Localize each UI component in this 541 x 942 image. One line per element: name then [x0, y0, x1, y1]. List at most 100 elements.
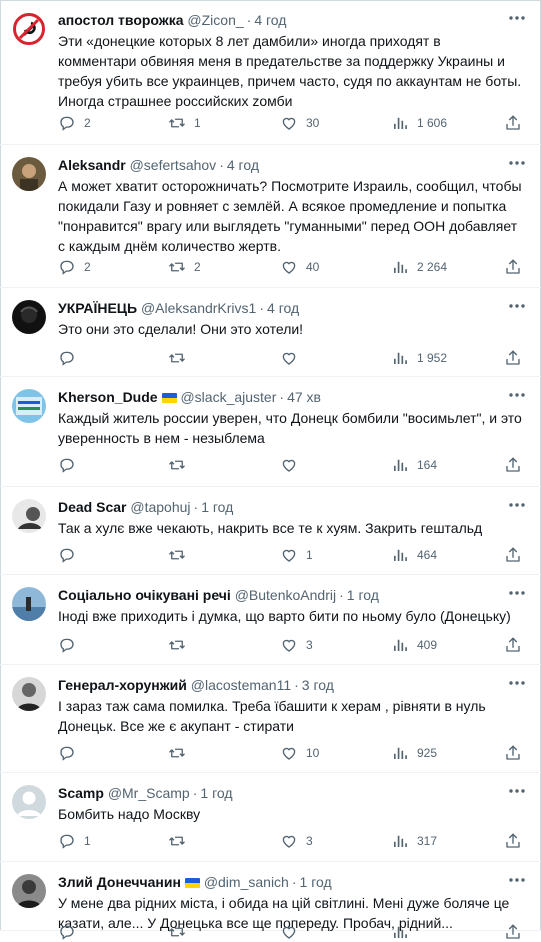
retweet-button[interactable] — [168, 455, 194, 475]
author-handle[interactable]: @lacosteman11 — [191, 677, 291, 693]
like-button[interactable]: 10 — [280, 743, 319, 763]
share-button[interactable] — [504, 348, 522, 368]
author-name[interactable]: Scamp — [58, 785, 104, 801]
views-button[interactable]: 2 264 — [391, 257, 447, 277]
reply-tweet[interactable]: Kherson_Dude @slack_ajuster · 47 хв Каждый… — [0, 377, 541, 487]
retweet-button[interactable]: 2 — [168, 257, 201, 277]
timestamp[interactable]: 47 хв — [287, 389, 321, 405]
reply-tweet[interactable]: Dead Scar @tapohuj · 1 год Так а хулє вже … — [0, 487, 541, 575]
share-button[interactable] — [504, 113, 522, 133]
views-button[interactable]: 317 — [391, 831, 437, 851]
reply-tweet[interactable]: Scamp @Mr_Scamp · 1 год Бомбить надо Москв… — [0, 773, 541, 862]
reply-button[interactable] — [58, 545, 84, 565]
reply-button[interactable] — [58, 743, 84, 763]
timestamp[interactable]: 1 год — [300, 874, 332, 890]
timestamp[interactable]: 4 год — [227, 157, 259, 173]
author-name[interactable]: Kherson_Dude — [58, 389, 158, 405]
retweet-button[interactable]: 1 — [168, 113, 201, 133]
reply-button[interactable] — [58, 455, 84, 475]
timestamp[interactable]: 4 год — [267, 300, 299, 316]
avatar[interactable] — [12, 785, 46, 819]
share-button[interactable] — [504, 455, 522, 475]
more-options-icon[interactable] — [507, 783, 527, 799]
reply-tweet[interactable]: Злий Донеччанин @dim_sanich · 1 год У мене… — [0, 862, 541, 940]
views-button[interactable]: 925 — [391, 743, 437, 763]
like-button[interactable]: 3 — [280, 831, 313, 851]
reply-button[interactable]: 2 — [58, 113, 91, 133]
more-options-icon[interactable] — [507, 387, 527, 403]
timestamp[interactable]: 1 год — [347, 587, 379, 603]
more-options-icon[interactable] — [507, 155, 527, 171]
more-options-icon[interactable] — [507, 585, 527, 601]
reply-button[interactable]: 2 — [58, 257, 91, 277]
author-name[interactable]: Генерал-хорунжий — [58, 677, 187, 693]
like-button[interactable] — [280, 348, 306, 368]
more-options-icon[interactable] — [507, 298, 527, 314]
like-button[interactable] — [280, 455, 306, 475]
like-button[interactable]: 40 — [280, 257, 319, 277]
author-handle[interactable]: @tapohuj — [130, 499, 190, 515]
timestamp[interactable]: 3 год — [302, 677, 334, 693]
retweet-button[interactable] — [168, 743, 194, 763]
author-name[interactable]: апостол творожка — [58, 12, 184, 28]
author-handle[interactable]: @Zicon_ — [187, 12, 243, 28]
reply-tweet[interactable]: УКРАЇНЕЦЬ @AleksandrKrivs1 · 4 год Это они… — [0, 288, 541, 377]
more-options-icon[interactable] — [507, 10, 527, 26]
reply-button[interactable]: 1 — [58, 831, 91, 851]
share-button[interactable] — [504, 635, 522, 655]
avatar[interactable] — [12, 157, 46, 191]
like-button[interactable]: 30 — [280, 113, 319, 133]
avatar[interactable] — [12, 12, 46, 46]
reply-button[interactable] — [58, 635, 84, 655]
reply-tweet[interactable]: Генерал-хорунжий @lacosteman11 · 3 год І з… — [0, 665, 541, 773]
more-options-icon[interactable] — [507, 497, 527, 513]
avatar[interactable] — [12, 499, 46, 533]
author-handle[interactable]: @AleksandrKrivs1 — [141, 300, 256, 316]
more-options-icon[interactable] — [507, 872, 527, 888]
ukraine-flag-icon — [184, 878, 200, 888]
views-button[interactable]: 164 — [391, 455, 437, 475]
more-options-icon[interactable] — [507, 675, 527, 691]
avatar[interactable] — [12, 300, 46, 334]
author-name[interactable]: Злий Донеччанин — [58, 874, 181, 890]
views-button[interactable]: 409 — [391, 635, 437, 655]
share-button[interactable] — [504, 545, 522, 565]
retweet-button[interactable] — [168, 635, 194, 655]
author-handle[interactable]: @sefertsahov — [130, 157, 217, 173]
share-button[interactable] — [504, 831, 522, 851]
author-handle[interactable]: @Mr_Scamp — [108, 785, 190, 801]
share-button[interactable] — [504, 922, 522, 942]
avatar[interactable] — [12, 587, 46, 621]
views-button[interactable]: 464 — [391, 545, 437, 565]
views-button[interactable]: 1 606 — [391, 113, 447, 133]
timestamp[interactable]: 4 год — [254, 12, 286, 28]
author-name[interactable]: УКРАЇНЕЦЬ — [58, 300, 137, 316]
like-button[interactable]: 3 — [280, 635, 313, 655]
retweet-button[interactable] — [168, 831, 194, 851]
timestamp[interactable]: 1 год — [201, 499, 233, 515]
avatar[interactable] — [12, 874, 46, 908]
avatar[interactable] — [12, 389, 46, 423]
reply-tweet[interactable]: Aleksandr @sefertsahov · 4 год А может хва… — [0, 145, 541, 288]
author-handle[interactable]: @ButenkoAndrij — [235, 587, 336, 603]
like-button[interactable] — [280, 922, 306, 942]
like-button[interactable]: 1 — [280, 545, 313, 565]
share-button[interactable] — [504, 257, 522, 277]
reply-button[interactable] — [58, 922, 84, 942]
reply-button[interactable] — [58, 348, 84, 368]
avatar[interactable] — [12, 677, 46, 711]
author-name[interactable]: Aleksandr — [58, 157, 126, 173]
reply-tweet[interactable]: Соціально очікувані речі @ButenkoAndrij ·… — [0, 575, 541, 665]
retweet-button[interactable] — [168, 545, 194, 565]
timestamp[interactable]: 1 год — [200, 785, 232, 801]
author-handle[interactable]: @dim_sanich — [204, 874, 289, 890]
author-handle[interactable]: @slack_ajuster — [180, 389, 276, 405]
author-name[interactable]: Dead Scar — [58, 499, 126, 515]
retweet-button[interactable] — [168, 348, 194, 368]
views-button[interactable] — [391, 922, 417, 942]
views-button[interactable]: 1 952 — [391, 348, 447, 368]
retweet-button[interactable] — [168, 922, 194, 942]
reply-tweet[interactable]: апостол творожка @Zicon_ · 4 год Эти «доне… — [0, 0, 541, 145]
author-name[interactable]: Соціально очікувані речі — [58, 587, 231, 603]
share-button[interactable] — [504, 743, 522, 763]
